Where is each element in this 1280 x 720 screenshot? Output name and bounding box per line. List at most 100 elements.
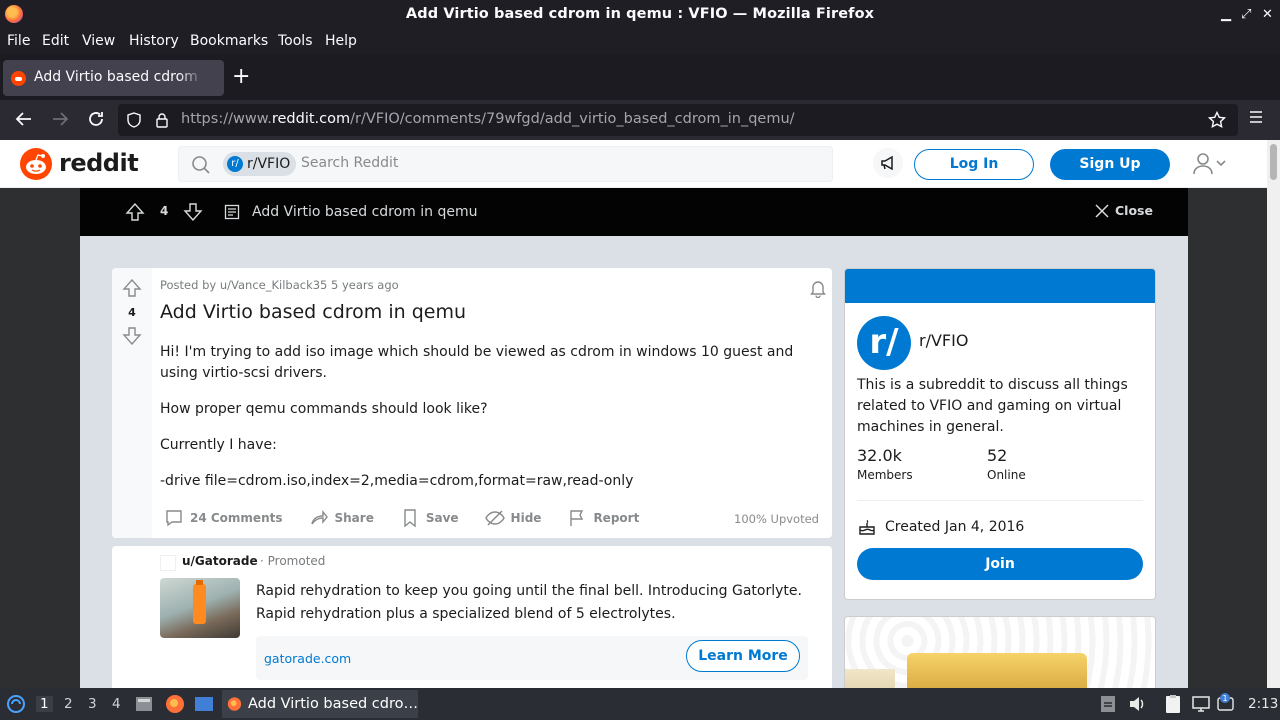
- back-button[interactable]: [14, 109, 34, 129]
- search-icon: [191, 155, 211, 175]
- advertise-button[interactable]: [873, 148, 903, 178]
- tab-active[interactable]: Add Virtio based cdrom in qemu : VFIO: [3, 60, 224, 96]
- upvote-ratio: 100% Upvoted: [734, 512, 819, 526]
- workspace-3[interactable]: 3: [88, 696, 97, 712]
- bottle-image: [193, 580, 206, 624]
- post-title: Add Virtio based cdrom in qemu: [160, 301, 467, 323]
- share-button[interactable]: Share: [305, 508, 378, 528]
- community-banner: [845, 269, 1155, 303]
- subreddit-search-chip[interactable]: r/ r/VFIO: [223, 152, 297, 176]
- close-post-button[interactable]: Close: [1095, 203, 1153, 218]
- notification-icon[interactable]: 1: [1216, 692, 1236, 714]
- desktop-taskbar: 1 2 3 4 Add Virtio based cdro… 1 2:13: [0, 688, 1280, 720]
- reddit-logo-icon[interactable]: [20, 148, 52, 180]
- menu-view[interactable]: View: [82, 33, 115, 49]
- online-stat: 52 Online: [987, 446, 1026, 482]
- menu-help[interactable]: Help: [325, 33, 357, 49]
- signup-button[interactable]: Sign Up: [1050, 149, 1170, 180]
- maximize-icon[interactable]: ⤢: [1241, 7, 1251, 22]
- learn-more-button[interactable]: Learn More: [686, 640, 800, 672]
- community-icon[interactable]: r/: [857, 316, 911, 370]
- advertiser-name[interactable]: u/Gatorade: [182, 554, 258, 568]
- megaphone-icon: [881, 155, 893, 171]
- task-label: Add Virtio based cdro…: [247, 696, 418, 712]
- volume-icon[interactable]: [1128, 695, 1146, 713]
- eye-slash-icon: [484, 510, 505, 526]
- reddit-wordmark[interactable]: reddit: [59, 149, 139, 177]
- svg-text:1: 1: [1222, 694, 1227, 703]
- back-arrow-icon: [15, 112, 31, 126]
- community-sidebar: r/ r/VFIO This is a subreddit to discuss…: [844, 268, 1156, 600]
- comments-button[interactable]: 24 Comments: [160, 508, 287, 528]
- search-bar[interactable]: r/ r/VFIO Search Reddit: [178, 146, 833, 182]
- tray-updates-icon[interactable]: [1100, 695, 1116, 713]
- desktop-icon[interactable]: [194, 695, 214, 713]
- workspace-2[interactable]: 2: [64, 696, 73, 712]
- hamburger-icon: [1250, 111, 1262, 123]
- menu-bookmarks[interactable]: Bookmarks: [190, 33, 268, 49]
- subreddit-chip-label: r/VFIO: [247, 156, 291, 172]
- post-paragraph: Currently I have:: [160, 437, 277, 453]
- taskbar-firefox-window[interactable]: Add Virtio based cdro…: [222, 690, 418, 718]
- user-avatar-icon: [1193, 153, 1226, 175]
- community-name[interactable]: r/VFIO: [919, 331, 968, 350]
- promoted-post[interactable]: u/Gatorade · Promoted Rapid rehydration …: [112, 546, 832, 688]
- workspace-1[interactable]: 1: [36, 696, 53, 712]
- upvote-icon[interactable]: [122, 278, 142, 298]
- url-text[interactable]: https://www.reddit.com/r/VFIO/comments/7…: [181, 111, 795, 127]
- downvote-icon[interactable]: [183, 202, 203, 222]
- file-manager-icon[interactable]: [135, 695, 153, 713]
- workspace-4[interactable]: 4: [112, 696, 121, 712]
- vote-count: 4: [128, 306, 136, 319]
- clipboard-icon[interactable]: [1164, 694, 1182, 714]
- post-actions: 24 Comments Share Save Hide Report: [160, 506, 661, 530]
- lock-icon[interactable]: [154, 112, 170, 128]
- page-scrollbar[interactable]: [1267, 140, 1280, 688]
- scrollbar-thumb[interactable]: [1270, 144, 1277, 180]
- post-body: Hi! I'm trying to add iso image which sh…: [160, 342, 810, 507]
- post-meta[interactable]: Posted by u/Vance_Kilback35 5 years ago: [160, 278, 399, 292]
- menu-history[interactable]: History: [129, 33, 179, 49]
- login-button[interactable]: Log In: [914, 149, 1034, 180]
- bookmark-star-icon[interactable]: [1208, 111, 1226, 129]
- menu-edit[interactable]: Edit: [42, 33, 69, 49]
- join-button[interactable]: Join: [857, 548, 1143, 580]
- notification-bell-icon[interactable]: [808, 278, 828, 298]
- save-button[interactable]: Save: [396, 508, 463, 528]
- search-placeholder[interactable]: Search Reddit: [301, 155, 398, 171]
- menu-file[interactable]: File: [7, 33, 30, 49]
- report-button[interactable]: Report: [563, 508, 643, 528]
- forward-button[interactable]: [50, 109, 70, 129]
- members-stat: 32.0k Members: [857, 446, 913, 482]
- app-menu-button[interactable]: [1248, 109, 1264, 125]
- display-icon[interactable]: [1192, 695, 1210, 713]
- close-label: Close: [1115, 203, 1153, 218]
- hide-button[interactable]: Hide: [481, 508, 546, 528]
- menu-tools[interactable]: Tools: [278, 33, 313, 49]
- promo-link[interactable]: gatorade.com: [264, 651, 351, 666]
- navigation-bar: https://www.reddit.com/r/VFIO/comments/7…: [0, 100, 1280, 140]
- upvote-icon[interactable]: [125, 202, 145, 222]
- subreddit-chip-icon: r/: [227, 156, 243, 172]
- tracking-shield-icon[interactable]: [126, 112, 142, 128]
- share-icon: [310, 510, 328, 525]
- post-bar-title: Add Virtio based cdrom in qemu: [252, 204, 478, 220]
- reddit-header: reddit r/ r/VFIO Search Reddit Log In Si…: [0, 140, 1267, 188]
- window-titlebar: Add Virtio based cdrom in qemu : VFIO — …: [0, 0, 1280, 29]
- promo-text[interactable]: Rapid rehydration to keep you going unti…: [256, 580, 816, 626]
- promo-thumbnail[interactable]: [160, 578, 240, 638]
- minimize-icon[interactable]: ▁: [1221, 7, 1231, 22]
- close-icon[interactable]: ✕: [1262, 7, 1273, 22]
- url-bar[interactable]: https://www.reddit.com/r/VFIO/comments/7…: [118, 104, 1238, 136]
- new-tab-button[interactable]: +: [232, 66, 250, 88]
- clock[interactable]: 2:13: [1248, 696, 1278, 712]
- reload-button[interactable]: [86, 109, 106, 129]
- tab-strip: Add Virtio based cdrom in qemu : VFIO +: [0, 54, 1280, 100]
- comment-icon: [166, 510, 182, 527]
- firefox-launcher-icon[interactable]: [165, 694, 185, 714]
- flag-icon: [570, 510, 584, 526]
- start-menu-icon[interactable]: [6, 694, 26, 714]
- promo-link-box[interactable]: gatorade.com Learn More: [256, 636, 808, 680]
- user-menu-button[interactable]: [1192, 152, 1232, 176]
- downvote-icon[interactable]: [122, 326, 142, 346]
